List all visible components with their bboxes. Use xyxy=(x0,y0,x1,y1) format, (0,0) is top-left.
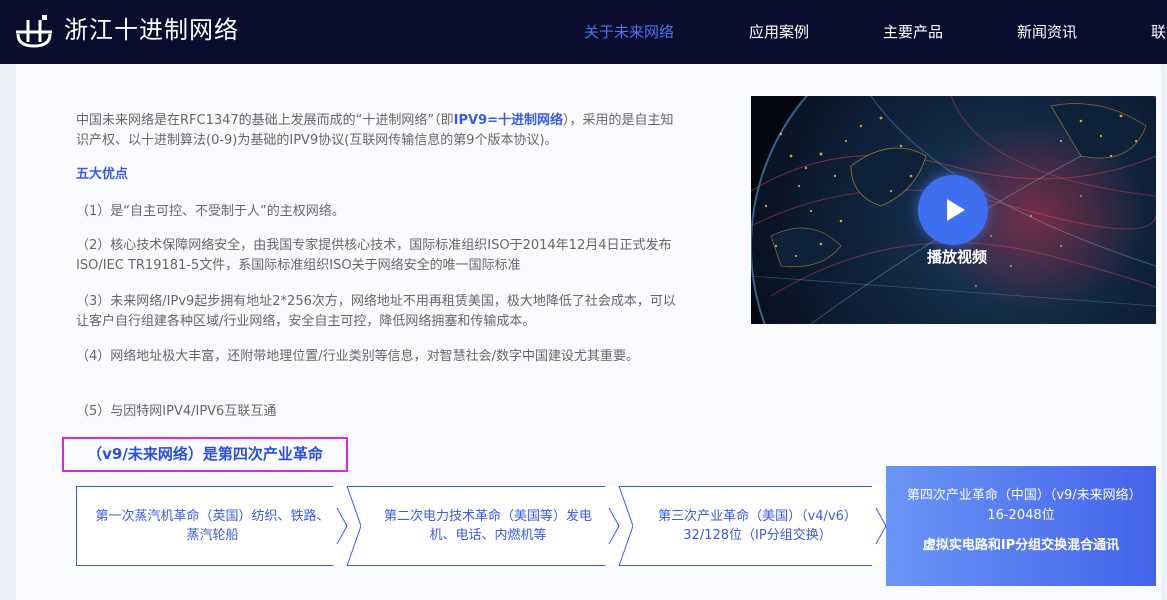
nav-use-cases[interactable]: 应用案例 xyxy=(749,20,809,44)
intro-text-a: 中国未来网络是在RFC1347的基础上发展而成的“十进制网络”（即 xyxy=(76,113,454,128)
right-gutter xyxy=(1161,64,1167,600)
nav-news[interactable]: 新闻资讯 xyxy=(1017,20,1077,44)
chevron-right-icon xyxy=(605,486,633,566)
step-4-subtitle: 虚拟实电路和IP分组交换混合通讯 xyxy=(922,538,1120,553)
nav-contact-truncated[interactable]: 联 xyxy=(1151,20,1166,44)
left-gutter xyxy=(0,64,16,600)
revolution-step-2: 第二次电力技术革命（美国等）发电机、电话、内燃机等 xyxy=(347,486,619,566)
advantage-item-3: （3）未来网络/IPv9起步拥有地址2*256次方，网络地址不用再租赁美国，极大… xyxy=(76,294,676,329)
revolution-heading: （v9/未来网络）是第四次产业革命 xyxy=(87,445,323,463)
advantage-item-4: （4）网络地址极大丰富，还附带地理位置/行业类别等信息，对智慧社会/数字中国建设… xyxy=(76,349,640,364)
advantage-item-1: （1）是“自主可控、不受制于人”的主权网络。 xyxy=(76,204,345,219)
revolution-step-1: 第一次蒸汽机革命（英国）纺织、铁路、蒸汽轮船 xyxy=(76,486,347,566)
top-nav-bar: 浙江十进制网络 关于未来网络 应用案例 主要产品 新闻资讯 联 xyxy=(0,0,1167,64)
chevron-right-icon xyxy=(333,486,361,566)
advantage-item-2: （2）核心技术保障网络安全，由我国专家提供核心技术，国际标准组织ISO于2014… xyxy=(76,238,672,273)
intro-highlight: IPV9=十进制网络 xyxy=(453,113,564,128)
advantage-item-5: （5）与因特网IPV4/IPV6互联互通 xyxy=(76,404,277,419)
intro-paragraph: 中国未来网络是在RFC1347的基础上发展而成的“十进制网络”（即IPV9=十进… xyxy=(76,111,676,151)
brand-name[interactable]: 浙江十进制网络 xyxy=(64,14,239,46)
advantages-title: 五大优点 xyxy=(76,167,129,182)
step-1-text: 第一次蒸汽机革命（英国）纺织、铁路、蒸汽轮船 xyxy=(95,509,330,543)
play-button[interactable] xyxy=(918,175,988,245)
step-2-text: 第二次电力技术革命（美国等）发电机、电话、内燃机等 xyxy=(383,509,592,543)
play-icon xyxy=(947,199,965,221)
logo-icon[interactable] xyxy=(14,12,54,52)
step-4-title: 第四次产业革命（中国）（v9/未来网络）16-2048位 xyxy=(906,488,1136,523)
nav-products[interactable]: 主要产品 xyxy=(883,20,943,44)
step-3-text: 第三次产业革命（美国）（v4/v6）32/128位（IP分组交换） xyxy=(658,509,857,543)
highlight-annotation-box: （v9/未来网络）是第四次产业革命 xyxy=(62,437,348,472)
page: 浙江十进制网络 关于未来网络 应用案例 主要产品 新闻资讯 联 中国未来网络是在… xyxy=(0,0,1167,600)
play-video-label[interactable]: 播放视频 xyxy=(906,246,1008,268)
revolution-step-3: 第三次产业革命（美国）（v4/v6）32/128位（IP分组交换） xyxy=(619,486,886,566)
nav-about-future-network[interactable]: 关于未来网络 xyxy=(584,20,674,44)
revolution-step-4: 第四次产业革命（中国）（v9/未来网络）16-2048位 虚拟实电路和IP分组交… xyxy=(886,466,1156,586)
